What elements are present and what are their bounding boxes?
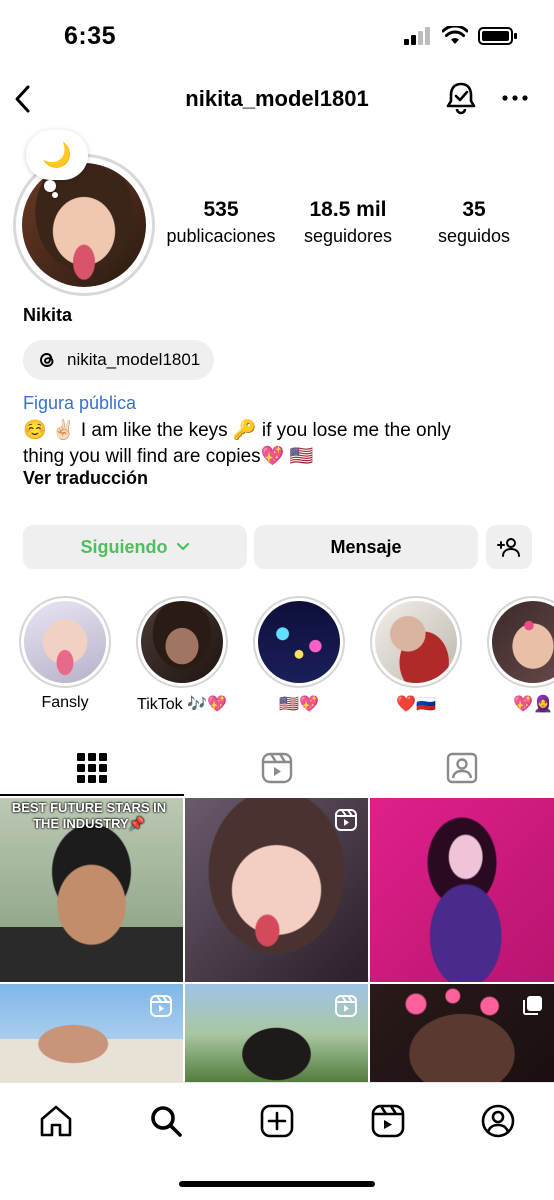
category-label: Figura pública (23, 393, 137, 413)
status-time: 6:35 (64, 22, 117, 50)
post-caption: BEST FUTURE STARS IN THE INDUSTRY📌 (11, 800, 167, 831)
highlight-cover (375, 601, 457, 683)
more-dots-icon (502, 95, 528, 101)
plus-square-icon (260, 1104, 294, 1138)
signal-icon (404, 27, 430, 45)
threads-handle: nikita_model1801 (67, 350, 201, 369)
highlight-cover (258, 601, 340, 683)
profile-avatar-ring[interactable] (13, 154, 155, 296)
battery-icon (478, 27, 517, 45)
wifi-icon (442, 26, 468, 44)
message-label: Mensaje (330, 536, 402, 557)
more-options-button[interactable] (500, 86, 530, 110)
following-label: Siguiendo (80, 536, 168, 557)
threads-link[interactable]: nikita_model1801 (23, 340, 215, 380)
stat-followers[interactable]: 18.5 mil seguidores (292, 198, 404, 247)
highlight-label: TikTok 🎶💖 (137, 696, 227, 713)
status-bar: 6:35 (0, 0, 554, 70)
nav-search[interactable] (146, 1101, 186, 1141)
nav-home[interactable] (36, 1101, 76, 1141)
note-bubble-tail (44, 180, 56, 192)
reel-icon (335, 809, 357, 831)
home-icon (40, 1105, 72, 1137)
home-indicator (179, 1181, 375, 1187)
post-tile[interactable] (185, 798, 368, 982)
highlight-item[interactable]: Fansly (19, 596, 111, 712)
post-tile[interactable]: BEST FUTURE STARS IN THE INDUSTRY📌 (0, 798, 183, 982)
note-bubble-tail-small (52, 192, 58, 198)
see-translation-link[interactable]: Ver traducción (23, 468, 148, 489)
story-highlights: Fansly TikTok 🎶💖 🇺🇸💖 ❤️🇷🇺 💖🧕 (0, 596, 554, 716)
highlight-cover (492, 601, 554, 683)
nav-reels[interactable] (368, 1101, 408, 1141)
bio: ☺️ ✌🏻 I am like the keys 🔑 if you lose m… (23, 418, 523, 470)
highlight-item[interactable]: 🇺🇸💖 (253, 596, 345, 714)
stat-posts[interactable]: 535 publicaciones (160, 198, 282, 247)
highlight-label: Fansly (41, 694, 89, 711)
tab-tagged[interactable] (370, 740, 554, 796)
highlight-ring (136, 596, 228, 688)
profile-header: nikita_model1801 (0, 74, 554, 124)
chevron-down-icon (176, 542, 189, 551)
profile-tabs (0, 740, 554, 796)
post-tile[interactable] (0, 984, 183, 1084)
highlight-label: ❤️🇷🇺 (396, 696, 436, 713)
highlight-ring (253, 596, 345, 688)
reel-icon (335, 995, 357, 1017)
tab-posts-grid[interactable] (0, 740, 184, 796)
notifications-button[interactable] (444, 80, 478, 116)
note-bubble[interactable]: 🌙 (26, 130, 88, 180)
tagged-person-icon (446, 752, 478, 784)
nav-create[interactable] (257, 1101, 297, 1141)
highlight-label: 🇺🇸💖 (279, 696, 319, 713)
stat-posts-label: publicaciones (166, 226, 276, 246)
bio-line-1: ☺️ ✌🏻 I am like the keys 🔑 if you lose m… (23, 420, 451, 441)
highlight-cover (141, 601, 223, 683)
status-icons (404, 26, 518, 46)
bio-line-2: thing you will find are copies💖 🇺🇸 (23, 446, 314, 467)
nav-profile[interactable] (478, 1101, 518, 1141)
tab-reels[interactable] (185, 740, 369, 796)
highlight-item[interactable]: ❤️🇷🇺 (370, 596, 462, 714)
profile-icon (481, 1104, 515, 1138)
carousel-icon (523, 996, 542, 1015)
threads-icon (40, 353, 54, 367)
display-name: Nikita (23, 305, 73, 325)
message-button[interactable]: Mensaje (254, 525, 478, 569)
highlight-cover (24, 601, 106, 683)
bell-check-icon (446, 82, 476, 115)
add-person-icon (497, 538, 520, 557)
active-tab-indicator (0, 794, 184, 796)
stat-posts-count: 535 (203, 198, 239, 221)
grid-icon (77, 753, 107, 783)
highlight-ring (487, 596, 554, 688)
stat-followers-count: 18.5 mil (309, 198, 387, 221)
bottom-nav (0, 1082, 554, 1200)
note-emoji: 🌙 (42, 141, 72, 169)
search-icon (151, 1106, 182, 1137)
stat-following-count: 35 (462, 198, 486, 221)
post-tile[interactable] (370, 984, 554, 1084)
highlight-label: 💖🧕 (513, 696, 553, 713)
avatar (22, 163, 146, 287)
highlight-ring (370, 596, 462, 688)
stat-followers-label: seguidores (303, 226, 393, 246)
highlight-item[interactable]: 💖🧕 (487, 596, 554, 714)
stat-following[interactable]: 35 seguidos (424, 198, 524, 247)
reels-icon (371, 1104, 405, 1138)
highlight-ring (19, 596, 111, 688)
reel-icon (150, 995, 172, 1017)
reels-icon (261, 752, 293, 784)
post-tile[interactable] (185, 984, 368, 1084)
stat-following-label: seguidos (437, 226, 511, 246)
highlight-item[interactable]: TikTok 🎶💖 (136, 596, 228, 714)
following-button[interactable]: Siguiendo (23, 525, 247, 569)
post-tile[interactable] (370, 798, 554, 982)
suggested-users-button[interactable] (486, 525, 532, 569)
